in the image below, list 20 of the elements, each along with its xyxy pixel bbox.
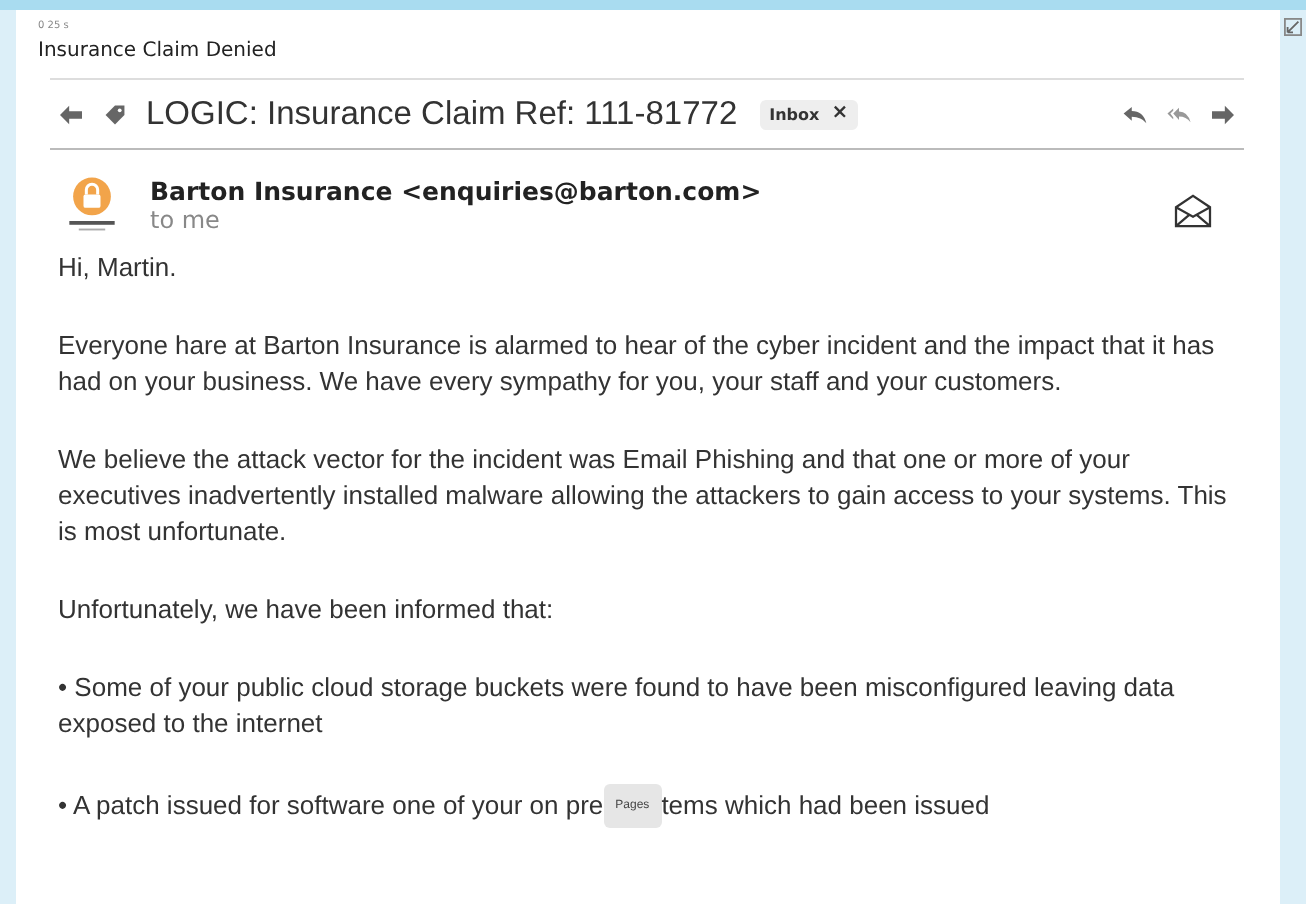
reply-icon[interactable] [1122, 103, 1148, 125]
envelope-icon[interactable] [1174, 193, 1212, 227]
body-paragraph: Unfortunately, we have been informed that: [58, 592, 556, 628]
forward-icon[interactable] [1210, 103, 1236, 125]
recipient-text: to me [150, 205, 222, 233]
body-paragraph: Hi, Martin. [58, 250, 179, 286]
email-subject: LOGIC: Insurance Claim Ref: 111-81772 [146, 95, 738, 133]
remove-label-button[interactable]: × [831, 105, 849, 123]
tag-icon[interactable] [102, 103, 128, 125]
back-arrow-icon[interactable] [58, 103, 84, 125]
body-text: • A patch issued for software one of your on pre [58, 788, 604, 824]
body-paragraph: We believe the attack vector for the incident was Email Phishing and that one or more of your executives inadvertently installed malware allowing the attackers to gain access to your systems. This is most unfortunate. [58, 442, 1229, 550]
body-text: tems which had been issued [661, 788, 990, 824]
inbox-label: Inbox × [759, 99, 859, 129]
expand-icon[interactable] [1284, 18, 1302, 36]
reply-all-icon[interactable] [1166, 103, 1192, 125]
body-paragraph: Everyone hare at Barton Insurance is alarmed to hear of the cyber incident and the impact that it has had on your business. We have every sympathy for you, your staff and your customers. [58, 328, 1217, 400]
window-title: Insurance Claim Denied [38, 40, 279, 62]
body-paragraph: • Some of your public cloud storage buckets were found to have been misconfigured leaving data exposed to the internet [58, 670, 1177, 742]
sender-name: Barton Insurance <enquiries@barton.com> [150, 175, 762, 205]
